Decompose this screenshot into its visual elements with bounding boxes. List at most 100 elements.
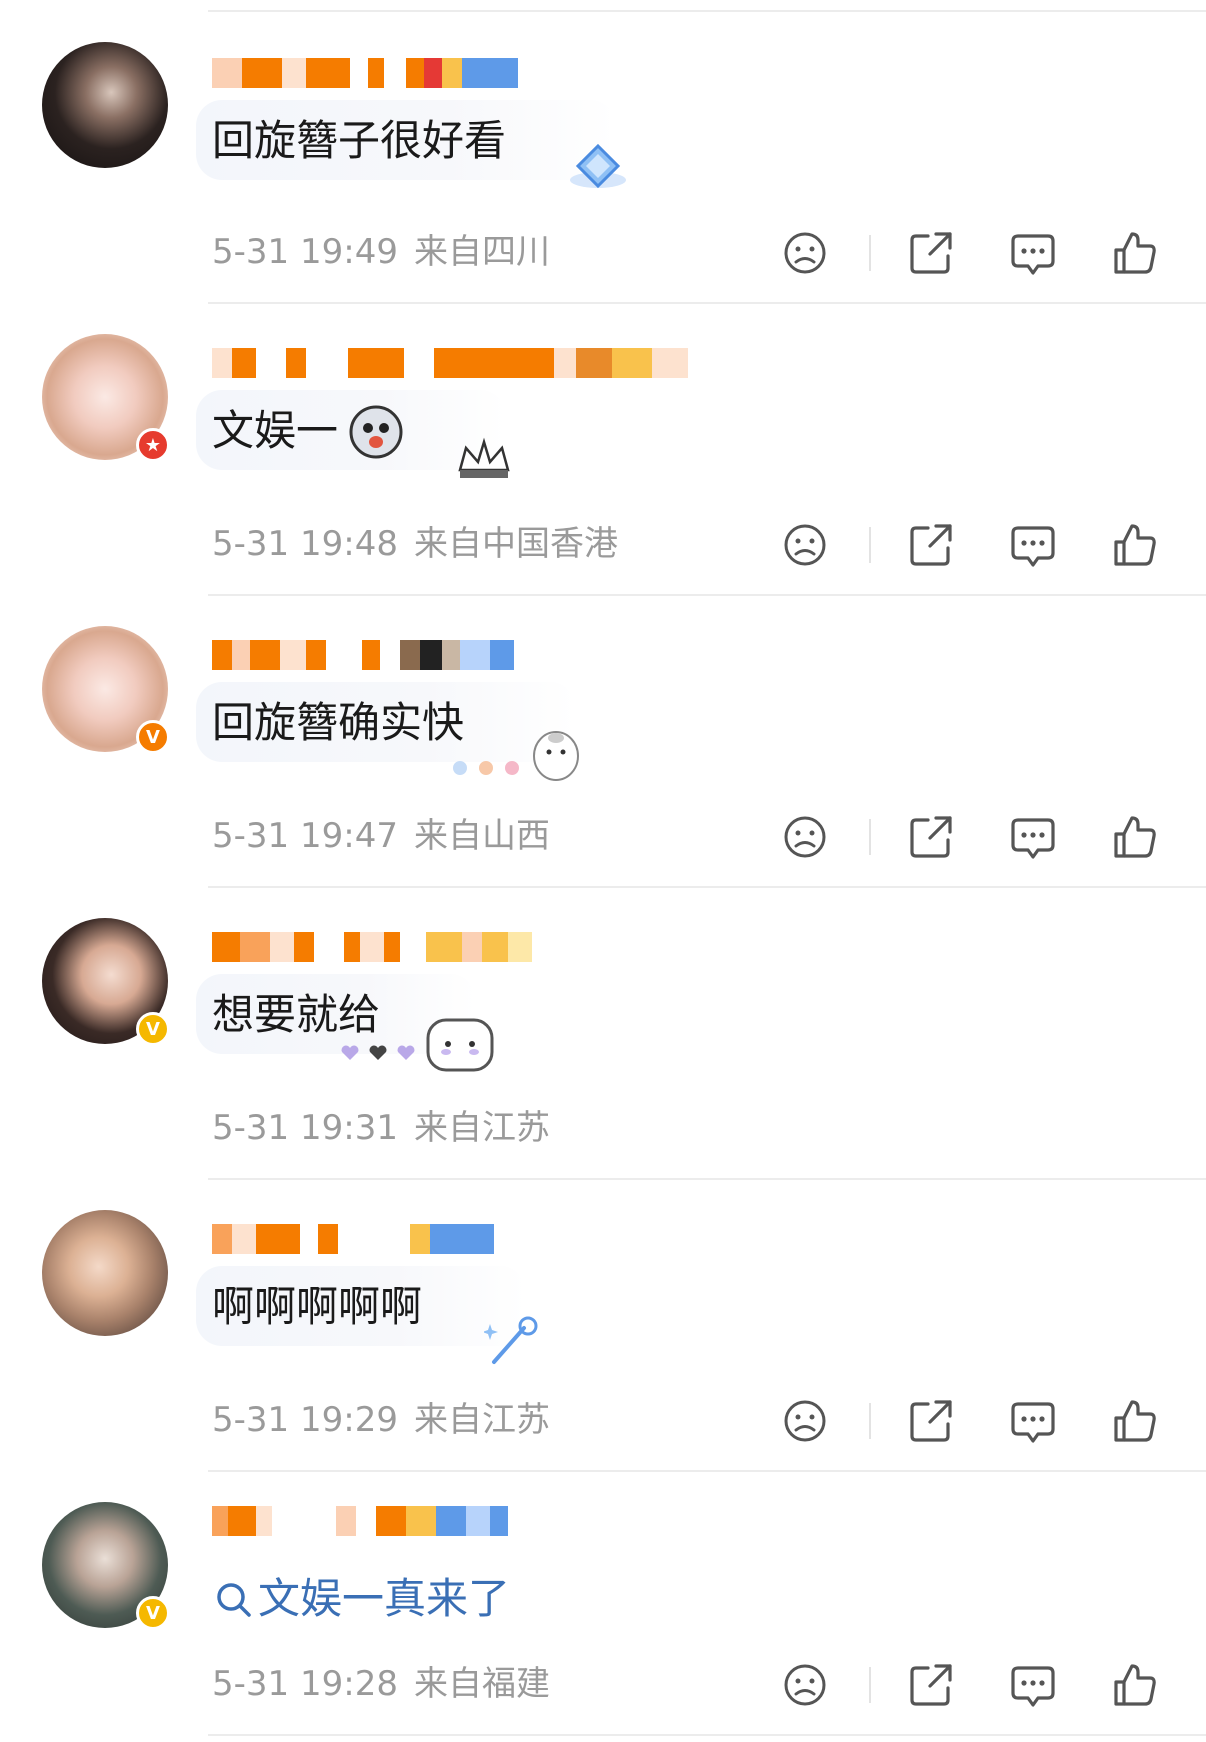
comment-text: 回旋簪确实快 xyxy=(212,698,465,747)
divider xyxy=(208,302,1206,304)
comment-location: 来自福建 xyxy=(413,1664,550,1704)
dislike-button[interactable] xyxy=(780,812,830,862)
username-redacted[interactable] xyxy=(212,640,514,670)
comment-bubble-icon xyxy=(1011,818,1055,859)
sad-face-icon xyxy=(784,1400,826,1442)
sad-face-icon xyxy=(784,1664,826,1706)
thumbs-up-icon xyxy=(1114,816,1156,858)
share-icon xyxy=(910,232,952,274)
reply-button[interactable] xyxy=(1008,812,1058,862)
like-button[interactable] xyxy=(1110,520,1160,570)
comment-time: 5-31 19:31 xyxy=(212,1108,398,1148)
comment-actions xyxy=(780,812,1180,862)
divider xyxy=(208,1178,1206,1180)
comment-text: 文娱一 xyxy=(212,406,339,455)
dislike-button[interactable] xyxy=(780,228,830,278)
thumbs-up-icon xyxy=(1114,1664,1156,1706)
comment-meta: 5-31 19:29 来自江苏 xyxy=(212,1400,550,1440)
thumbs-up-icon xyxy=(1114,524,1156,566)
username-redacted[interactable] xyxy=(212,348,688,378)
share-button[interactable] xyxy=(906,228,956,278)
like-button[interactable] xyxy=(1110,1396,1160,1446)
verified-badge: ★ xyxy=(136,428,170,462)
separator xyxy=(869,235,871,271)
verified-badge: V xyxy=(136,1596,170,1630)
reply-button[interactable] xyxy=(1008,1660,1058,1710)
comment-time: 5-31 19:47 xyxy=(212,816,398,856)
share-icon xyxy=(910,524,952,566)
username-redacted[interactable] xyxy=(212,1506,508,1536)
share-icon xyxy=(910,816,952,858)
dislike-button[interactable] xyxy=(780,1660,830,1710)
dislike-button[interactable] xyxy=(780,520,830,570)
avatar[interactable] xyxy=(42,1210,168,1336)
avatar[interactable] xyxy=(42,42,168,168)
comment-bubble-icon xyxy=(1011,526,1055,567)
avatar[interactable]: V xyxy=(42,1502,170,1630)
comment-time: 5-31 19:48 xyxy=(212,524,398,564)
share-button[interactable] xyxy=(906,1396,956,1446)
username-redacted[interactable] xyxy=(212,932,532,962)
wand-decoration-icon xyxy=(482,1312,544,1368)
username-redacted[interactable] xyxy=(212,58,518,88)
share-button[interactable] xyxy=(906,520,956,570)
sad-face-icon xyxy=(784,816,826,858)
reply-button[interactable] xyxy=(1008,520,1058,570)
comment-text-topic-link[interactable]: 文娱一真来了 xyxy=(258,1574,510,1624)
comment-bubble-icon xyxy=(1011,1666,1055,1707)
comment-bubble-icon xyxy=(1011,1402,1055,1443)
separator xyxy=(869,1403,871,1439)
verified-badge: V xyxy=(136,1012,170,1046)
comment-time: 5-31 19:29 xyxy=(212,1400,398,1440)
dislike-button[interactable] xyxy=(780,1396,830,1446)
divider xyxy=(208,1734,1206,1736)
divider xyxy=(208,10,1206,12)
share-button[interactable] xyxy=(906,1660,956,1710)
sad-face-icon xyxy=(784,524,826,566)
separator xyxy=(869,1667,871,1703)
thumbs-up-icon xyxy=(1114,232,1156,274)
share-icon xyxy=(910,1400,952,1442)
comment-location: 来自山西 xyxy=(413,816,550,856)
divider xyxy=(208,1470,1206,1472)
like-button[interactable] xyxy=(1110,1660,1160,1710)
comment-text: 啊啊啊啊啊 xyxy=(212,1282,423,1331)
like-button[interactable] xyxy=(1110,228,1160,278)
comment-meta: 5-31 19:49 来自四川 xyxy=(212,232,550,272)
reply-button[interactable] xyxy=(1008,228,1058,278)
comment-actions xyxy=(780,1660,1180,1710)
like-button[interactable] xyxy=(1110,812,1160,862)
username-redacted[interactable] xyxy=(212,1224,494,1254)
comment-text: 想要就给 xyxy=(212,990,381,1039)
diamond-decoration-icon xyxy=(568,138,628,198)
comment-text: 回旋簪子很好看 xyxy=(212,116,507,165)
comment-actions xyxy=(780,520,1180,570)
verified-badge: V xyxy=(136,720,170,754)
comment-location: 来自中国香港 xyxy=(413,524,618,564)
comment-meta: 5-31 19:48 来自中国香港 xyxy=(212,524,618,564)
reply-button[interactable] xyxy=(1008,1396,1058,1446)
divider xyxy=(208,886,1206,888)
separator xyxy=(869,527,871,563)
comment-actions xyxy=(780,228,1180,278)
avatar[interactable]: V xyxy=(42,626,170,754)
separator xyxy=(869,819,871,855)
comment-bubble-icon xyxy=(1011,234,1055,275)
comment-actions xyxy=(780,1396,1180,1446)
thumbs-up-icon xyxy=(1114,1400,1156,1442)
crown-decoration-icon xyxy=(452,426,516,490)
comment-location: 来自江苏 xyxy=(413,1400,550,1440)
divider xyxy=(208,594,1206,596)
cat-flowers-decoration-icon xyxy=(446,716,586,786)
comment-time: 5-31 19:28 xyxy=(212,1664,398,1704)
avatar[interactable]: ★ xyxy=(42,334,170,462)
search-icon xyxy=(214,1580,254,1620)
comment-meta: 5-31 19:28 来自福建 xyxy=(212,1664,550,1704)
share-icon xyxy=(910,1664,952,1706)
comment-location: 来自四川 xyxy=(413,232,550,272)
comment-meta: 5-31 19:31 来自江苏 xyxy=(212,1108,550,1148)
share-button[interactable] xyxy=(906,812,956,862)
comment-time: 5-31 19:49 xyxy=(212,232,398,272)
emoji-husky-icon xyxy=(348,404,404,460)
avatar[interactable]: V xyxy=(42,918,170,1046)
